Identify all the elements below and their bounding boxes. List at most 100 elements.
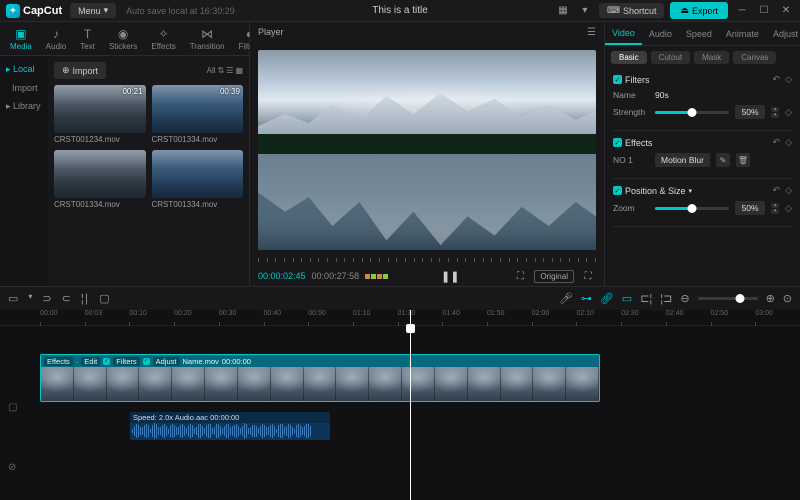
- delete-tool[interactable]: ▢: [99, 292, 109, 305]
- tab-stickers[interactable]: ◉Stickers: [103, 25, 143, 53]
- chevron-down-icon[interactable]: ▾: [28, 292, 32, 305]
- section-position[interactable]: ✓Position & Size ▾: [613, 186, 692, 196]
- play-pause-button[interactable]: ❚❚: [441, 270, 459, 283]
- player-menu-icon[interactable]: ☰: [587, 27, 596, 38]
- sidebar-item-import[interactable]: Import: [0, 79, 48, 97]
- preview-viewport[interactable]: [258, 50, 596, 250]
- crop-icon[interactable]: ⛶: [512, 268, 528, 284]
- redo-button[interactable]: ⊂: [62, 292, 71, 305]
- step-up-icon[interactable]: ▴: [771, 203, 779, 208]
- chevron-down-icon: ▾: [104, 5, 109, 16]
- split-tool[interactable]: ¦∣: [81, 292, 89, 305]
- zoom-out-icon[interactable]: ⊖: [680, 292, 689, 305]
- audio-track-icon[interactable]: ⊘: [8, 462, 16, 473]
- keyframe-icon[interactable]: ◇: [785, 74, 792, 85]
- quality-selector[interactable]: Original: [534, 270, 574, 283]
- align-icon[interactable]: ¦⊐: [660, 292, 672, 305]
- transition-icon: ⋈: [201, 27, 213, 41]
- shortcut-button[interactable]: ⌨ Shortcut: [599, 3, 665, 18]
- video-track-icon[interactable]: ▢: [8, 402, 17, 413]
- media-icon: ▣: [15, 27, 26, 41]
- media-panel: ▣Media ♪Audio TText ◉Stickers ✧Effects ⋈…: [0, 22, 250, 286]
- inspector-tab-speed[interactable]: Speed: [679, 22, 719, 45]
- reset-icon[interactable]: ◇: [785, 107, 792, 118]
- maximize-icon[interactable]: ☐: [756, 3, 772, 19]
- section-effects[interactable]: ✓Effects: [613, 138, 652, 148]
- snap-toggle[interactable]: ⊶: [581, 292, 592, 305]
- keyframe-icon[interactable]: ◇: [785, 137, 792, 148]
- sidebar-item-library[interactable]: ▸ Library: [0, 97, 48, 116]
- tab-text[interactable]: TText: [74, 25, 101, 53]
- delete-effect-icon[interactable]: 🗑: [736, 153, 750, 167]
- tab-media[interactable]: ▣Media: [4, 25, 38, 53]
- timeline[interactable]: 00:0000:0300:1000:2000:3000:4000:5001:10…: [0, 310, 800, 500]
- playhead[interactable]: [410, 310, 411, 500]
- list-view-icon[interactable]: ☰: [226, 66, 233, 75]
- inspector-tab-adjust[interactable]: Adjust: [766, 22, 800, 45]
- reset-icon[interactable]: ◇: [785, 203, 792, 214]
- zoom-value[interactable]: 50%: [735, 201, 765, 215]
- edit-effect-icon[interactable]: ✎: [716, 153, 730, 167]
- checkbox-icon[interactable]: ✓: [613, 186, 622, 195]
- filter-name: 90s: [655, 90, 669, 100]
- strength-value[interactable]: 50%: [735, 105, 765, 119]
- tab-audio[interactable]: ♪Audio: [40, 25, 72, 53]
- mic-icon[interactable]: 🎤︎: [559, 292, 573, 305]
- step-down-icon[interactable]: ▾: [771, 209, 779, 214]
- sort-icon[interactable]: ⇅: [218, 66, 225, 75]
- media-clip[interactable]: CRST001334.mov: [54, 150, 146, 209]
- preview-toggle[interactable]: ▭: [622, 292, 632, 305]
- tab-transition[interactable]: ⋈Transition: [184, 25, 231, 53]
- link-toggle[interactable]: 🔗︎: [600, 292, 614, 305]
- time-ruler[interactable]: 00:0000:0300:1000:2000:3000:4000:5001:10…: [0, 310, 800, 326]
- zoom-in-icon[interactable]: ⊕: [766, 292, 775, 305]
- undo-icon[interactable]: ↶: [773, 74, 781, 85]
- media-clip[interactable]: CRST001334.mov: [152, 150, 244, 209]
- step-down-icon[interactable]: ▾: [771, 113, 779, 118]
- inspector-tab-animate[interactable]: Animate: [719, 22, 766, 45]
- media-clip[interactable]: 00:21CRST001234.mov: [54, 85, 146, 144]
- export-button[interactable]: ⏏ Export: [670, 2, 728, 19]
- subtab-canvas[interactable]: Canvas: [733, 51, 776, 64]
- close-icon[interactable]: ✕: [778, 3, 794, 19]
- checkbox-icon[interactable]: ✓: [613, 75, 622, 84]
- select-tool[interactable]: ▭: [8, 292, 18, 305]
- fullscreen-icon[interactable]: ⛶: [580, 268, 596, 284]
- tab-effects[interactable]: ✧Effects: [145, 25, 181, 53]
- media-clip[interactable]: 00:39CRST001334.mov: [152, 85, 244, 144]
- preview-panel: Player ☰ 00:00:02:45 00:00:27:58 ❚❚ ⛶ Or…: [250, 22, 605, 286]
- layout-icon[interactable]: ▦: [555, 3, 571, 19]
- minimize-icon[interactable]: ─: [734, 3, 750, 19]
- inspector-tab-video[interactable]: Video: [605, 22, 642, 45]
- video-clip[interactable]: Effects· Edit ✓ Filters ✓ Adjust Name.mo…: [40, 354, 600, 402]
- audio-icon: ♪: [53, 27, 59, 41]
- logo-icon: ✦: [6, 4, 20, 18]
- subtab-basic[interactable]: Basic: [611, 51, 647, 64]
- audio-clip[interactable]: Speed: 2.0x Audio.aac 00:00:00: [130, 412, 330, 440]
- zoom-slider[interactable]: [655, 207, 729, 210]
- undo-button[interactable]: ⊃: [42, 292, 51, 305]
- undo-icon[interactable]: ↶: [773, 185, 781, 196]
- filter-all[interactable]: All: [207, 66, 216, 75]
- effect-name: Motion Blur: [655, 153, 710, 167]
- color-indicator[interactable]: [365, 274, 388, 279]
- undo-icon[interactable]: ↶: [773, 137, 781, 148]
- chevron-down-icon: ▾: [689, 187, 693, 195]
- fit-timeline-icon[interactable]: ⊙: [783, 292, 792, 305]
- strength-slider[interactable]: [655, 111, 729, 114]
- grid-view-icon[interactable]: ▦: [235, 66, 243, 75]
- sidebar-item-local[interactable]: ▸ Local: [0, 60, 48, 79]
- step-up-icon[interactable]: ▴: [771, 107, 779, 112]
- timeline-zoom-slider[interactable]: [698, 297, 758, 300]
- section-filters[interactable]: ✓Filters: [613, 75, 650, 85]
- project-title[interactable]: This is a title: [372, 5, 428, 16]
- keyframe-icon[interactable]: ◇: [785, 185, 792, 196]
- menu-button[interactable]: Menu▾: [70, 3, 116, 18]
- import-button[interactable]: ⊕Import: [54, 62, 106, 79]
- chevron-down-icon[interactable]: ▾: [577, 3, 593, 19]
- subtab-cutout[interactable]: Cutout: [651, 51, 691, 64]
- inspector-tab-audio[interactable]: Audio: [642, 22, 679, 45]
- checkbox-icon[interactable]: ✓: [613, 138, 622, 147]
- align-icon[interactable]: ⊏¦: [640, 292, 652, 305]
- subtab-mask[interactable]: Mask: [694, 51, 729, 64]
